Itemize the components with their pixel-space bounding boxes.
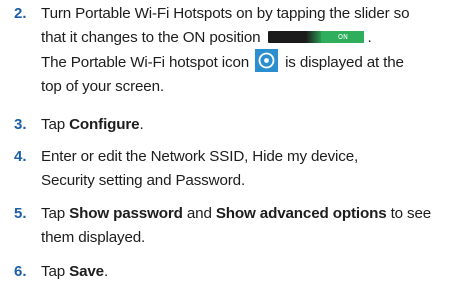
step-line: Tap Show password and Show advanced opti… [41,202,471,226]
step-line: them displayed. [41,229,146,247]
slider-gradient [306,31,323,44]
step-line-text: that it changes to the ON position [41,29,261,47]
step-suffix: to see [386,205,432,222]
step-line: top of your screen. [41,78,164,96]
step-middle: and [182,205,216,222]
step-line: Turn Portable Wi-Fi Hotspots on by tappi… [41,5,410,22]
show-password-label: Show password [69,205,183,222]
step-suffix: . [139,116,144,133]
configure-label: Configure [69,116,140,133]
step-line-text: is displayed at the [285,53,404,71]
show-advanced-options-label: Show advanced options [215,205,387,222]
slider-label: ON [337,33,349,42]
step-number: 2. [14,5,27,22]
step-number: 5. [14,205,27,222]
step-line-text: The Portable Wi-Fi hotspot icon [41,53,250,71]
step-line-punct: . [367,29,372,47]
on-off-slider-icon: ON [268,31,365,44]
portable-wifi-hotspot-icon [255,49,279,73]
step-number: 6. [14,263,27,280]
step-number: 4. [14,148,27,165]
step-line: Security setting and Password. [41,172,246,190]
step-text: Tap Save. [41,260,471,284]
step-suffix: . [103,263,109,280]
step-line: Enter or edit the Network SSID, Hide my … [41,148,359,165]
step-line: Tap Save. [41,260,471,284]
step-number: 3. [14,116,27,133]
step-text: Tap Show password and Show advanced opti… [41,202,471,251]
step-line-with-slider: that it changes to the ON position ON. [41,26,471,50]
step-line-with-icon: The Portable Wi-Fi hotspot icon is displa… [41,49,471,75]
step-line: Tap Configure. [41,113,471,137]
step-prefix: Tap [41,116,70,133]
instruction-document: 2. Turn Portable Wi-Fi Hotspots on by ta… [0,0,474,308]
step-text: Turn Portable Wi-Fi Hotspots on by tappi… [41,2,471,100]
step-prefix: Tap [41,205,70,222]
save-label: Save [69,263,104,280]
step-text: Enter or edit the Network SSID, Hide my … [41,145,471,194]
step-prefix: Tap [41,263,70,280]
step-text: Tap Configure. [41,113,471,137]
